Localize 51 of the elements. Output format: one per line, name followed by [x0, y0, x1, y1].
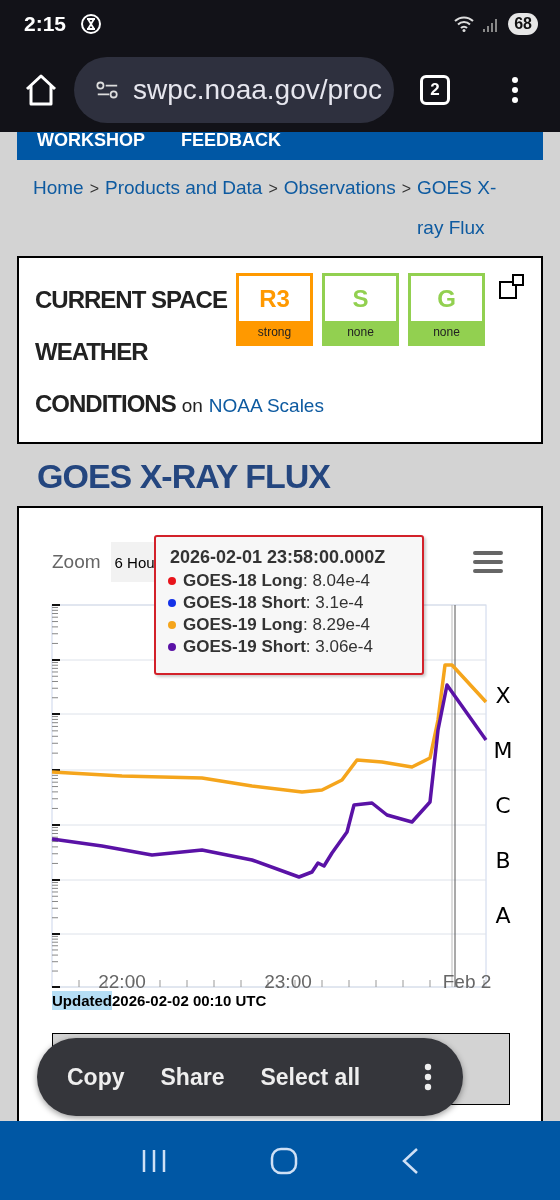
more-options-icon[interactable] [510, 74, 520, 105]
class-label: C [495, 793, 511, 818]
popout-icon[interactable] [499, 274, 525, 300]
menu-option[interactable]: Share [160, 1063, 225, 1091]
time-label: 22:00 [98, 971, 146, 992]
updated-time: 2026-02-02 00:10 UTC [112, 992, 267, 1009]
class-label: M [493, 738, 513, 763]
scale-badge[interactable]: R3 strong [236, 273, 313, 346]
url-text: swpc.noaa.gov/proc [132, 73, 382, 106]
class-label: A [495, 903, 511, 928]
clock-time: 2:15 [24, 11, 67, 36]
conditions-title: WEATHER [35, 337, 149, 367]
nav-link[interactable]: WORKSHOP [37, 132, 145, 150]
battery-level: 68 [508, 12, 538, 35]
menu-icon[interactable] [473, 550, 503, 574]
page-title: GOES X-RAY FLUX [36, 456, 332, 497]
tooltip-entry: GOES-18 Long: 8.04e-4 [183, 570, 371, 592]
conditions-title: CURRENT SPACE [35, 285, 228, 315]
time-label: 23:00 [264, 971, 312, 992]
tooltip-entry: GOES-18 Short: 3.1e-4 [183, 592, 364, 614]
home-button-icon[interactable] [270, 1146, 298, 1175]
breadcrumb-link[interactable]: Products and Data [105, 177, 263, 198]
recent-apps-icon[interactable] [141, 1147, 168, 1174]
tab-count-button[interactable]: 2 [420, 74, 450, 105]
on-text: on [181, 395, 203, 417]
zoom-label: Zoom [52, 551, 101, 573]
breadcrumb-link[interactable]: GOES X-ray Flux [417, 168, 518, 248]
address-bar[interactable]: swpc.noaa.gov/proc [74, 56, 394, 123]
scale-badge[interactable]: S none [322, 273, 399, 346]
back-icon[interactable] [400, 1146, 419, 1175]
menu-option[interactable]: Select all [260, 1063, 361, 1091]
nav-link[interactable]: FEEDBACK [181, 132, 281, 150]
noaa-scales-link[interactable]: NOAA Scales [208, 395, 324, 417]
wifi-icon [454, 15, 475, 32]
updated-label: Updated [52, 991, 112, 1010]
tooltip-entry: GOES-19 Short: 3.06e-4 [183, 636, 373, 658]
breadcrumb-separator: > [89, 180, 100, 197]
hourglass-icon [80, 12, 103, 35]
menu-option[interactable]: Copy [67, 1063, 125, 1091]
more-icon[interactable] [423, 1062, 433, 1092]
breadcrumb-link[interactable]: Home [33, 177, 84, 198]
tooltip-time: 2026-02-01 23:58:00.000Z [170, 547, 387, 568]
breadcrumb-link[interactable]: Observations [283, 177, 396, 198]
breadcrumb-separator: > [401, 180, 412, 197]
home-icon[interactable] [24, 73, 58, 106]
class-label: B [495, 848, 511, 873]
conditions-title: CONDITIONS [35, 389, 176, 419]
tooltip-entry: GOES-19 Long: 8.29e-4 [183, 614, 371, 636]
breadcrumb-separator: > [268, 180, 278, 197]
class-label: X [495, 683, 511, 708]
scale-badge[interactable]: G none [408, 273, 485, 346]
